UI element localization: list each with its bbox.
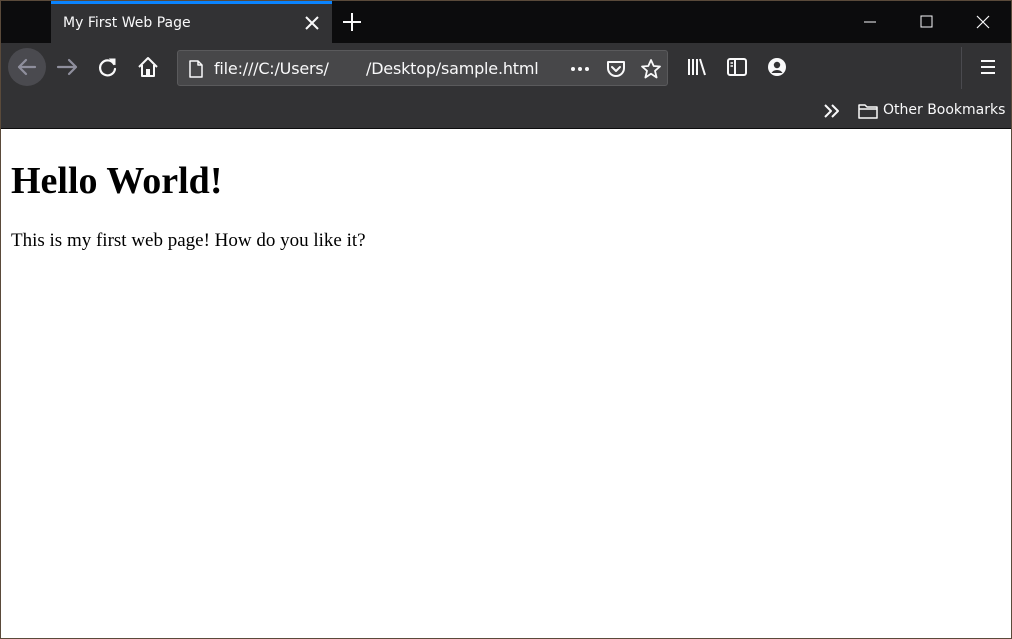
page-icon: [186, 59, 206, 79]
close-icon[interactable]: [959, 1, 1005, 43]
tab-strip: My First Web Page: [1, 1, 1011, 43]
arrow-left-icon[interactable]: [8, 48, 46, 86]
tab-active[interactable]: My First Web Page: [51, 1, 332, 43]
page-heading: Hello World!: [11, 160, 223, 202]
reload-icon[interactable]: [89, 48, 127, 86]
nav-toolbar: file:///C:/Users/ /Desktop/sample.html: [1, 43, 1011, 93]
maximize-icon[interactable]: [903, 1, 949, 43]
browser-window: My First Web Page file:///C:/Users/ /Des…: [0, 0, 1012, 639]
more-icon[interactable]: [568, 57, 592, 81]
library-icon[interactable]: [684, 54, 710, 80]
page-content: Hello World! This is my first web page! …: [1, 129, 1011, 638]
redaction-block: [335, 54, 365, 82]
sidebar-icon[interactable]: [724, 54, 750, 80]
double-chevron-icon[interactable]: [821, 101, 843, 121]
folder-icon[interactable]: [857, 101, 879, 121]
close-icon[interactable]: [302, 13, 322, 33]
pocket-icon[interactable]: [604, 57, 628, 81]
hamburger-icon[interactable]: [975, 54, 1001, 80]
bookmarks-toolbar: Other Bookmarks: [1, 93, 1011, 129]
url-path: /Desktop/sample.html: [366, 59, 539, 78]
bookmark-folder-label[interactable]: Other Bookmarks: [883, 102, 1005, 118]
plus-icon[interactable]: [341, 11, 363, 33]
tab-title: My First Web Page: [63, 15, 191, 31]
home-icon[interactable]: [129, 48, 167, 86]
star-icon[interactable]: [639, 57, 663, 81]
url-prefix: file:///C:/Users/: [214, 59, 329, 78]
page-paragraph: This is my first web page! How do you li…: [11, 230, 366, 251]
minimize-icon[interactable]: [847, 1, 893, 43]
account-icon[interactable]: [764, 54, 790, 80]
toolbar-divider: [961, 47, 962, 89]
url-bar[interactable]: file:///C:/Users/ /Desktop/sample.html: [177, 50, 668, 86]
arrow-right-icon[interactable]: [49, 48, 87, 86]
